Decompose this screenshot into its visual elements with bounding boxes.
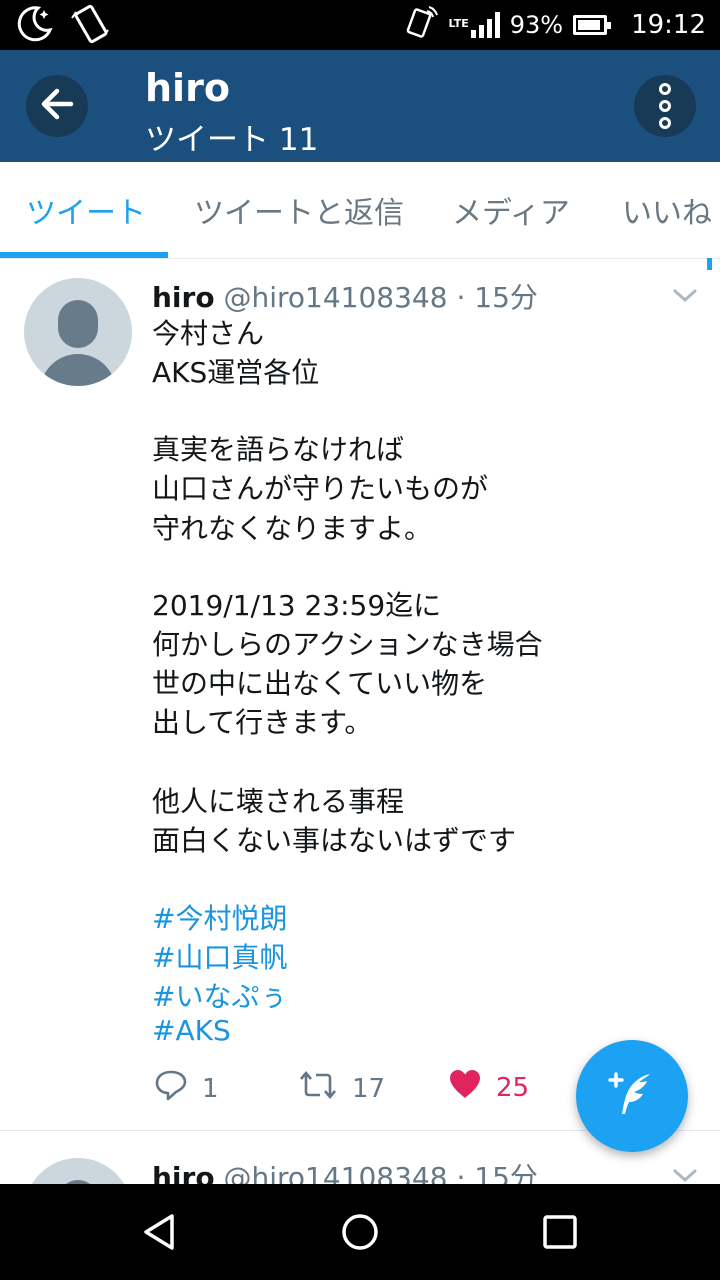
- nav-recents-icon[interactable]: [540, 1212, 580, 1252]
- heart-icon: [448, 1068, 482, 1107]
- retweet-button[interactable]: 17: [298, 1068, 385, 1109]
- reply-icon: [154, 1068, 188, 1109]
- moon-icon: [14, 4, 54, 48]
- tweet-text-line: 世の中に出なくていい物を: [152, 667, 488, 700]
- nav-back-icon[interactable]: [140, 1212, 180, 1252]
- dot-icon: [659, 117, 671, 129]
- signal-icon: [470, 12, 500, 38]
- profile-tabs: ツイート ツイートと返信 メディア いいね: [0, 162, 720, 259]
- battery-icon: [573, 15, 612, 35]
- status-bar: LTE 93% 19:12: [0, 0, 720, 50]
- nav-home-icon[interactable]: [340, 1212, 380, 1252]
- scrollbar[interactable]: [707, 258, 712, 270]
- screen-rotate-icon: [68, 4, 112, 48]
- overflow-menu-button[interactable]: [634, 75, 696, 137]
- avatar[interactable]: [24, 278, 132, 386]
- tweet-text-line: 今村さん: [152, 317, 265, 350]
- tab-tweets[interactable]: ツイート: [26, 188, 146, 232]
- tweet-text-line: 山口さんが守りたいものが: [152, 472, 489, 505]
- clock: 19:12: [631, 10, 706, 40]
- tab-media[interactable]: メディア: [452, 188, 570, 232]
- tweet-text-line: 面白くない事はないはずです: [152, 824, 517, 857]
- battery-percent: 93%: [509, 11, 564, 39]
- hashtag-link[interactable]: #今村悦朗: [152, 897, 287, 937]
- compose-feather-icon: [604, 1066, 660, 1126]
- hashtag-link[interactable]: #山口真帆: [152, 936, 287, 976]
- back-arrow-icon: [37, 84, 77, 128]
- profile-name: hiro: [145, 66, 230, 110]
- tweet-text-line: 守れなくなりますよ。: [152, 512, 433, 545]
- dot-icon: [659, 83, 671, 95]
- profile-header: hiro ツイート 11: [0, 50, 720, 162]
- tweet-header: hiro @hiro14108348 · 15分: [152, 276, 538, 316]
- chevron-down-icon[interactable]: [672, 288, 698, 308]
- dot-icon: [659, 100, 671, 112]
- tweet-text-line: AKS運営各位: [152, 356, 320, 389]
- tweet-text-line: 何かしらのアクションなき場合: [152, 628, 543, 661]
- tweet-text-line: 2019/1/13 23:59迄に: [152, 589, 442, 622]
- back-button[interactable]: [26, 75, 88, 137]
- reply-count: 1: [202, 1073, 219, 1104]
- active-tab-indicator: [0, 252, 168, 258]
- tweet-text-line: 他人に壊される事程: [152, 785, 405, 818]
- system-nav-bar: [0, 1184, 720, 1280]
- tweet-text-line: 出して行きます。: [152, 706, 373, 739]
- hashtag-link[interactable]: #いなぷぅ: [152, 975, 287, 1015]
- like-count: 25: [496, 1072, 530, 1103]
- retweet-count: 17: [352, 1073, 386, 1104]
- compose-tweet-button[interactable]: [576, 1040, 688, 1152]
- hashtag-link[interactable]: #AKS: [152, 1014, 231, 1047]
- network-type: LTE: [448, 17, 469, 30]
- retweet-icon: [298, 1068, 338, 1109]
- tweet-text-line: 真実を語らなければ: [152, 433, 405, 466]
- tweet-meta: @hiro14108348 · 15分: [223, 281, 538, 314]
- tab-tweets-and-replies[interactable]: ツイートと返信: [194, 188, 404, 232]
- nfc-icon: [405, 5, 439, 45]
- tab-likes[interactable]: いいね: [622, 188, 712, 232]
- like-button[interactable]: 25: [448, 1068, 529, 1107]
- tweet-count: ツイート 11: [145, 122, 319, 158]
- tweet-author-name[interactable]: hiro: [152, 281, 215, 314]
- reply-button[interactable]: 1: [154, 1068, 219, 1109]
